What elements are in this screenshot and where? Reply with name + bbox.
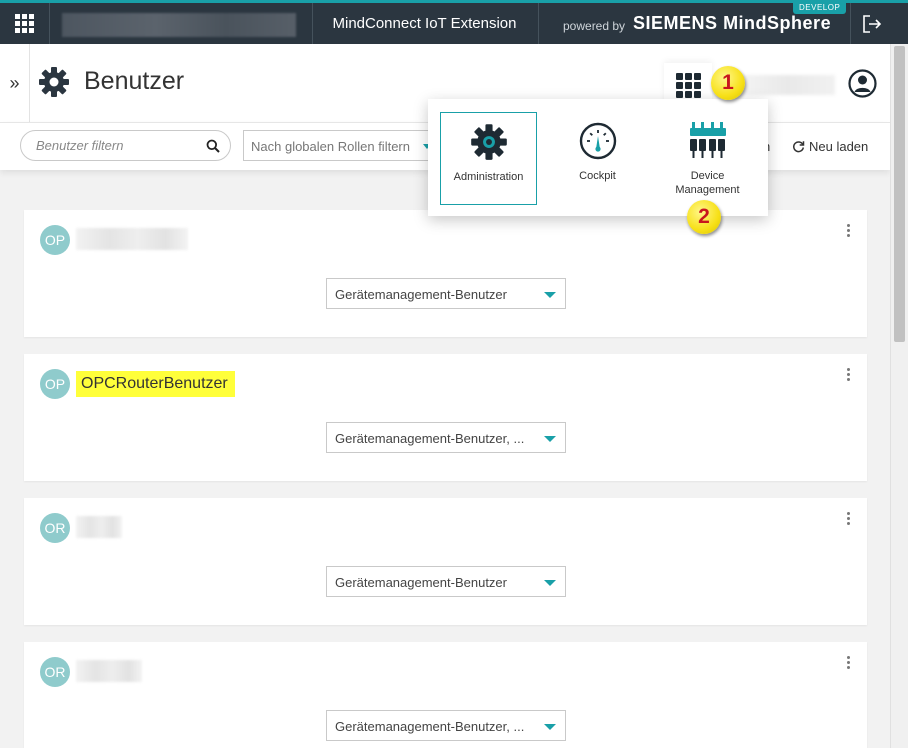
user-roles-select[interactable]: Gerätemanagement-Benutzer	[326, 566, 566, 597]
divider	[538, 3, 539, 44]
app-launcher-button[interactable]	[0, 3, 50, 44]
device-icon	[689, 122, 726, 158]
environment-badge: DEVELOP	[793, 0, 847, 14]
user-name-redacted	[76, 660, 142, 682]
product-name: MindConnect IoT Extension	[332, 15, 517, 32]
avatar: OR	[40, 513, 70, 543]
gear-icon	[39, 67, 69, 97]
step-badge-2: 2	[687, 200, 721, 234]
scrollbar[interactable]	[890, 44, 908, 748]
role-filter-label: Nach globalen Rollen filtern	[251, 139, 410, 154]
avatar: OR	[40, 657, 70, 687]
powered-by-label: powered by	[563, 18, 626, 33]
grid-icon	[675, 72, 701, 98]
chevron-down-icon	[544, 436, 556, 442]
app-switcher-panel: Administration Cockpit Device Management	[428, 99, 768, 216]
user-roles-value: Gerätemanagement-Benutzer	[335, 287, 507, 302]
user-card: OP Gerätemanagement-Benutzer	[24, 210, 867, 337]
chevron-down-icon	[544, 580, 556, 586]
search-icon[interactable]	[206, 139, 220, 153]
app-tile-device-management[interactable]: Device Management	[659, 112, 756, 205]
search-box	[20, 130, 231, 161]
reload-button[interactable]: Neu laden	[792, 139, 868, 154]
user-name-redacted	[76, 516, 122, 538]
avatar: OP	[40, 225, 70, 255]
top-bar: MindConnect IoT Extension powered by SIE…	[0, 0, 908, 44]
user-roles-value: Gerätemanagement-Benutzer, ...	[335, 431, 525, 446]
user-card: OP OPCRouterBenutzer Gerätemanagement-Be…	[24, 354, 867, 481]
step-badge-1: 1	[711, 66, 745, 100]
expand-nav-button[interactable]: »	[0, 44, 30, 122]
tenant-name-redacted	[62, 13, 296, 37]
scrollbar-thumb[interactable]	[894, 46, 905, 342]
gear-icon	[470, 124, 507, 160]
app-tile-cockpit[interactable]: Cockpit	[549, 112, 646, 205]
user-card: OR Gerätemanagement-Benutzer, ...	[24, 642, 867, 748]
user-name-redacted	[76, 228, 188, 250]
app-tile-label: Administration	[453, 171, 524, 183]
user-name[interactable]: OPCRouterBenutzer	[76, 371, 235, 397]
user-roles-value: Gerätemanagement-Benutzer, ...	[335, 719, 525, 734]
more-options-icon[interactable]	[847, 512, 853, 526]
chevron-down-icon	[544, 292, 556, 298]
user-circle-icon[interactable]	[848, 69, 877, 98]
app-tile-administration[interactable]: Administration	[440, 112, 537, 205]
user-card: OR Gerätemanagement-Benutzer	[24, 498, 867, 625]
user-roles-select[interactable]: Gerätemanagement-Benutzer, ...	[326, 710, 566, 741]
gauge-icon	[579, 122, 616, 160]
logout-icon	[862, 14, 881, 33]
search-input[interactable]	[21, 131, 191, 160]
user-roles-value: Gerätemanagement-Benutzer	[335, 575, 507, 590]
more-options-icon[interactable]	[847, 368, 853, 382]
logout-button[interactable]	[850, 3, 892, 44]
chevron-down-icon	[544, 724, 556, 730]
reload-label: Neu laden	[809, 139, 869, 154]
user-roles-select[interactable]: Gerätemanagement-Benutzer, ...	[326, 422, 566, 453]
page-title: Benutzer	[84, 67, 185, 95]
username-redacted	[740, 75, 835, 95]
app-tile-label: Cockpit	[579, 170, 616, 182]
refresh-icon	[793, 141, 805, 153]
more-options-icon[interactable]	[847, 656, 853, 670]
role-filter-dropdown[interactable]: Nach globalen Rollen filtern	[243, 130, 438, 161]
app-tile-label: Device Management	[675, 170, 740, 196]
grid-icon	[15, 14, 34, 33]
user-roles-select[interactable]: Gerätemanagement-Benutzer	[326, 278, 566, 309]
brand-logo-text: SIEMENS MindSphere	[633, 13, 832, 33]
avatar: OP	[40, 369, 70, 399]
more-options-icon[interactable]	[847, 224, 853, 238]
